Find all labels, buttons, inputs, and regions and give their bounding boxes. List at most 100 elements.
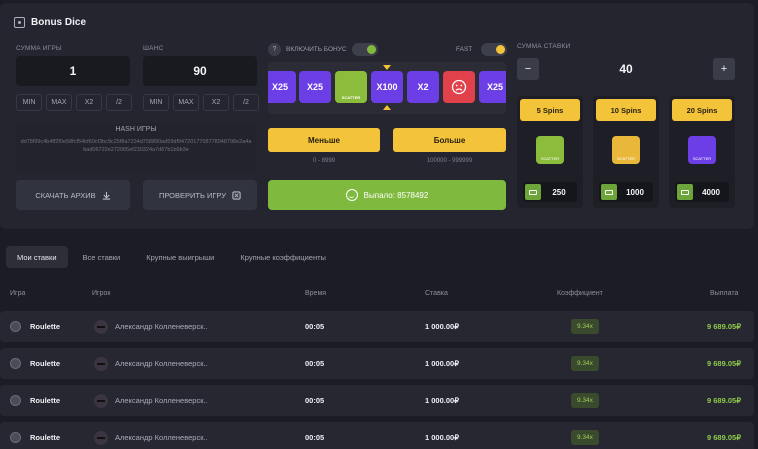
stake-decrease-button[interactable]: − bbox=[517, 58, 539, 80]
player-cell: Александр Колленеверск.. bbox=[94, 385, 208, 416]
spin-package-price: 250 bbox=[523, 182, 577, 202]
reel-pointer-top-icon bbox=[383, 65, 391, 70]
reel-tile-selected: X100 bbox=[371, 71, 403, 103]
smile-icon bbox=[345, 189, 358, 201]
roulette-icon bbox=[10, 321, 21, 332]
game-cell: Roulette bbox=[10, 422, 60, 449]
spin-package-value: 250 bbox=[552, 187, 566, 197]
roulette-icon bbox=[10, 395, 21, 406]
download-archive-button[interactable]: СКАЧАТЬ АРХИВ bbox=[16, 180, 130, 210]
coefficient-cell: 9.34x bbox=[571, 422, 599, 449]
payout-cell: 9 689.05₽ bbox=[707, 396, 741, 405]
spin-package-title: 10 Spins bbox=[596, 99, 656, 121]
hash-value: dd78f99c4b4ff2f0e58fcf54bf60cf3bc9c25f8a… bbox=[20, 139, 252, 153]
wallet-icon bbox=[677, 184, 693, 200]
player-cell: Александр Колленеверск.. bbox=[94, 422, 208, 449]
tab-my-bets[interactable]: Мои ставки bbox=[6, 246, 68, 268]
bet-x2-button[interactable]: X2 bbox=[76, 94, 102, 111]
tab-big-wins[interactable]: Крупные выигрыши bbox=[135, 246, 225, 268]
column-header-time: Время bbox=[305, 290, 327, 297]
coefficient-cell: 9.34x bbox=[571, 385, 599, 416]
bets-tabs: Мои ставки Все ставки Крупные выигрыши К… bbox=[6, 246, 337, 268]
reel-tile: X25 bbox=[268, 71, 296, 103]
chance-min-button[interactable]: MIN bbox=[143, 94, 169, 111]
scatter-icon-label: SCATTER bbox=[540, 156, 560, 161]
time-cell: 00:05 bbox=[305, 359, 325, 368]
bet-max-button[interactable]: MAX bbox=[46, 94, 72, 111]
spin-package-card[interactable]: 10 Spins SCATTER 1000 bbox=[593, 96, 659, 208]
less-range: 0 - 8999 bbox=[312, 158, 336, 164]
time-cell: 00:05 bbox=[305, 322, 325, 331]
chance-x2-button[interactable]: X2 bbox=[203, 94, 229, 111]
game-cell: Roulette bbox=[10, 311, 60, 342]
game-title: Bonus Dice bbox=[14, 17, 86, 28]
result-text: Выпало: 8578492 bbox=[363, 190, 429, 200]
time-cell: 00:05 bbox=[305, 433, 325, 442]
scatter-icon-label: SCATTER bbox=[692, 156, 712, 161]
more-button[interactable]: Больше bbox=[393, 128, 506, 152]
payout-cell: 9 689.05₽ bbox=[707, 433, 741, 442]
game-name: Roulette bbox=[30, 433, 60, 442]
stake-increase-button[interactable]: + bbox=[712, 58, 735, 80]
spin-package-value: 1000 bbox=[626, 187, 644, 197]
verify-game-label: ПРОВЕРИТЬ ИГРУ bbox=[158, 190, 227, 200]
coefficient-badge: 9.34x bbox=[571, 393, 599, 408]
stake-value[interactable]: 40 bbox=[619, 62, 632, 76]
column-header-coefficient: Коэффициент bbox=[557, 290, 603, 297]
coefficient-cell: 9.34x bbox=[571, 311, 599, 342]
stake-label: СУММА СТАВКИ bbox=[517, 43, 571, 50]
fast-toggle[interactable] bbox=[481, 43, 508, 56]
reel-tile: X25 bbox=[479, 71, 506, 103]
bet-quick-buttons: MIN MAX X2 /2 bbox=[16, 94, 132, 111]
stake-stepper: − 40 + bbox=[517, 57, 735, 81]
coefficient-badge: 9.34x bbox=[571, 430, 599, 445]
scatter-icon: SCATTER bbox=[688, 136, 716, 164]
table-row[interactable]: Roulette Александр Колленеверск.. 00:05 … bbox=[0, 422, 754, 449]
coefficient-badge: 9.34x bbox=[571, 319, 599, 334]
table-row[interactable]: Roulette Александр Колленеверск.. 00:05 … bbox=[0, 348, 754, 379]
bonus-toggle[interactable] bbox=[351, 43, 378, 56]
bonus-toggle-row: ? ВКЛЮЧИТЬ БОНУС bbox=[268, 43, 378, 56]
avatar bbox=[94, 393, 108, 408]
bonus-toggle-label: ВКЛЮЧИТЬ БОНУС bbox=[286, 46, 347, 53]
table-row[interactable]: Roulette Александр Колленеверск.. 00:05 … bbox=[0, 311, 754, 342]
spin-package-card[interactable]: 5 Spins SCATTER 250 bbox=[517, 96, 583, 208]
game-title-text: Bonus Dice bbox=[31, 17, 87, 28]
game-name: Roulette bbox=[30, 322, 60, 331]
chance-half-button[interactable]: /2 bbox=[233, 94, 259, 111]
download-archive-label: СКАЧАТЬ АРХИВ bbox=[35, 190, 96, 200]
payout-cell: 9 689.05₽ bbox=[707, 322, 741, 331]
spin-package-price: 4000 bbox=[675, 182, 729, 202]
help-icon[interactable]: ? bbox=[268, 43, 281, 56]
spin-package-card[interactable]: 20 Spins SCATTER 4000 bbox=[669, 96, 735, 208]
dice-icon bbox=[14, 17, 25, 28]
player-name: Александр Колленеверск.. bbox=[115, 396, 208, 405]
download-icon bbox=[102, 191, 110, 200]
game-cell: Roulette bbox=[10, 348, 60, 379]
less-button[interactable]: Меньше bbox=[268, 128, 380, 152]
spin-package-price: 1000 bbox=[599, 182, 653, 202]
bet-amount-input[interactable]: 1 bbox=[16, 56, 130, 86]
game-hash-box: HASH ИГРЫ dd78f99c4b4ff2f0e58fcf54bf60cf… bbox=[16, 123, 256, 171]
player-name: Александр Колленеверск.. bbox=[115, 433, 208, 442]
chance-max-button[interactable]: MAX bbox=[173, 94, 199, 111]
bet-min-button[interactable]: MIN bbox=[16, 94, 42, 111]
scatter-icon: SCATTER bbox=[612, 136, 640, 164]
hash-label: HASH ИГРЫ bbox=[115, 126, 157, 133]
avatar bbox=[94, 430, 108, 445]
chance-input[interactable]: 90 bbox=[143, 56, 257, 86]
table-row[interactable]: Roulette Александр Колленеверск.. 00:05 … bbox=[0, 385, 754, 416]
reel-tile: X2 bbox=[407, 71, 439, 103]
tab-all-bets[interactable]: Все ставки bbox=[72, 246, 132, 268]
verify-game-button[interactable]: ПРОВЕРИТЬ ИГРУ bbox=[143, 180, 257, 210]
more-range: 100000 - 999999 bbox=[426, 158, 473, 164]
bet-half-button[interactable]: /2 bbox=[106, 94, 132, 111]
scatter-icon: SCATTER bbox=[536, 136, 564, 164]
player-cell: Александр Колленеверск.. bbox=[94, 311, 208, 342]
reel-tile-scatter: SCATTER bbox=[335, 71, 367, 103]
column-header-player: Игрок bbox=[92, 290, 111, 297]
tab-big-coefficients[interactable]: Крупные коэффициенты bbox=[229, 246, 337, 268]
avatar bbox=[94, 319, 108, 334]
bet-cell: 1 000.00₽ bbox=[425, 396, 459, 405]
dice-icon bbox=[232, 190, 241, 200]
